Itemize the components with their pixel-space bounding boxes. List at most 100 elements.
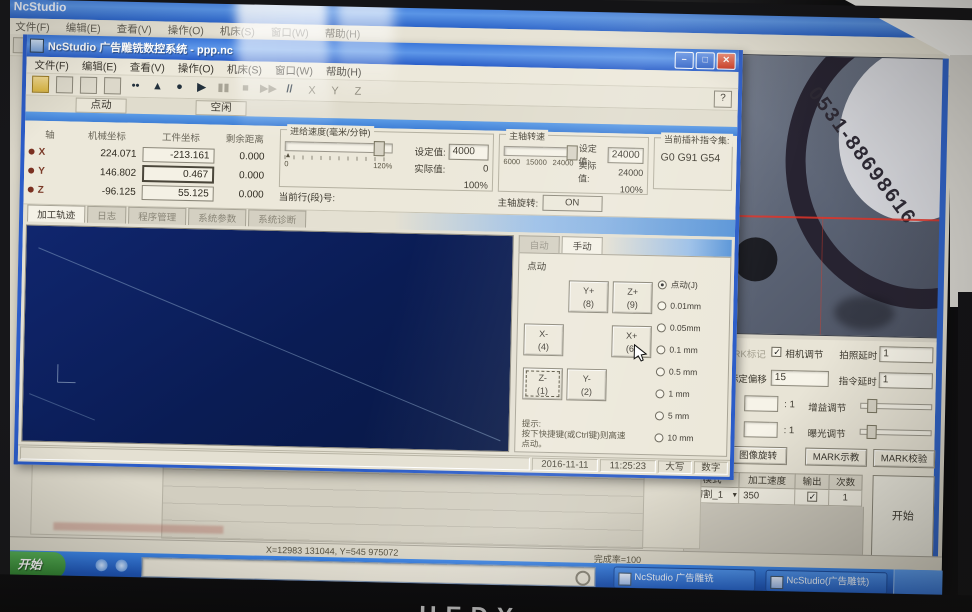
y-work-coord[interactable]: 0.467 — [142, 165, 214, 184]
menu-window[interactable]: 窗口(W) — [275, 62, 313, 78]
taskbar-address-band[interactable] — [141, 557, 595, 587]
maximize-button[interactable]: □ — [696, 52, 715, 69]
step-option-005[interactable]: 0.05mm — [657, 322, 721, 333]
tab-diagnostics[interactable]: 系统诊断 — [248, 209, 306, 227]
tab-trajectory[interactable]: 加工轨迹 — [27, 205, 85, 223]
radio-icon[interactable] — [658, 280, 667, 289]
tool-icon-3[interactable]: ● — [172, 80, 187, 95]
step-option-jog[interactable]: 点动(J) — [658, 278, 722, 291]
step-label: 点动(J) — [671, 279, 698, 292]
start-menu-button[interactable]: 开始 — [0, 551, 66, 579]
x-axis-button[interactable]: X — [304, 84, 320, 96]
radio-icon[interactable] — [654, 433, 663, 442]
job-output-checkbox[interactable] — [807, 492, 817, 502]
jog-x-minus-button[interactable]: X- (4) — [523, 323, 564, 356]
gain-slider[interactable] — [860, 399, 932, 413]
job-output-cell[interactable] — [794, 489, 828, 506]
jog-y-minus-button[interactable]: Y- (2) — [566, 368, 607, 401]
radio-icon[interactable] — [656, 367, 665, 376]
stop-icon[interactable]: ■ — [238, 81, 253, 96]
tab-program-manager[interactable]: 程序管理 — [128, 207, 186, 225]
radio-icon[interactable] — [655, 389, 664, 398]
bg-menu-view[interactable]: 查看(V) — [117, 21, 152, 37]
spindle-on-button[interactable]: ON — [542, 195, 602, 212]
jog-z-minus-button[interactable]: Z- (1) — [522, 367, 563, 400]
bg-menu-machine[interactable]: 机床(S) — [220, 23, 255, 39]
bg-menu-window[interactable]: 窗口(W) — [271, 24, 309, 40]
bg-menu-help[interactable]: 帮助(H) — [325, 25, 361, 41]
radio-icon[interactable] — [656, 345, 665, 354]
trajectory-canvas[interactable] — [21, 224, 514, 452]
spindle-actual-value: 24000 — [609, 167, 643, 178]
photo-delay-input[interactable]: 1 — [879, 346, 933, 363]
exposure-input[interactable] — [744, 421, 778, 438]
menu-operate[interactable]: 操作(O) — [178, 60, 214, 76]
monitor-icon[interactable] — [104, 77, 121, 94]
jog-z-plus-button[interactable]: Z+ (9) — [612, 281, 653, 314]
taskbar-item-ncstudio-1[interactable]: NcStudio 广告雕铣 — [613, 566, 755, 591]
radio-icon[interactable] — [657, 301, 666, 310]
taskbar-item-ncstudio-2[interactable]: NcStudio(广告雕铣) — [765, 570, 887, 595]
z-work-coord[interactable]: 55.125 — [142, 185, 214, 202]
step-option-10[interactable]: 10 mm — [654, 432, 718, 443]
bg-menu-file[interactable]: 文件(F) — [15, 19, 50, 35]
tool-icon-2[interactable]: ▲ — [150, 79, 165, 94]
open-file-icon[interactable] — [32, 76, 49, 93]
feed-slider-thumb[interactable] — [373, 141, 384, 156]
quick-launch-icon-2[interactable] — [115, 560, 127, 572]
spindle-slider[interactable] — [504, 144, 574, 159]
jog-y-plus-button[interactable]: Y+ (8) — [568, 280, 609, 313]
bg-menu-edit[interactable]: 编辑(E) — [66, 20, 101, 36]
z-axis-button[interactable]: Z — [350, 85, 366, 97]
spindle-set-input[interactable]: 24000 — [608, 147, 644, 164]
step-option-05[interactable]: 0.5 mm — [656, 366, 720, 377]
gain-input[interactable] — [744, 395, 778, 412]
feed-scale-max: 120% — [373, 161, 392, 170]
calib-offset-input[interactable]: 15 — [771, 370, 829, 387]
quick-launch-icon-1[interactable] — [95, 559, 107, 571]
cmd-delay-input[interactable]: 1 — [879, 372, 933, 389]
job-count-cell[interactable]: 1 — [828, 490, 862, 507]
tab-manual[interactable]: 手动 — [561, 236, 602, 254]
menu-file[interactable]: 文件(F) — [34, 57, 69, 73]
image-rotate-button[interactable]: 图像旋转 — [729, 446, 787, 465]
step-option-5[interactable]: 5 mm — [655, 410, 719, 421]
step-option-1[interactable]: 1 mm — [655, 388, 719, 399]
radio-icon[interactable] — [655, 411, 664, 420]
close-button[interactable]: ✕ — [717, 52, 736, 69]
tab-system-params[interactable]: 系统参数 — [188, 208, 246, 226]
job-speed-cell[interactable]: 350 — [738, 488, 794, 505]
menu-view[interactable]: 查看(V) — [130, 59, 165, 75]
x-work-coord[interactable]: -213.161 — [142, 147, 214, 164]
bg-menu-operate[interactable]: 操作(O) — [168, 22, 204, 38]
menu-edit[interactable]: 编辑(E) — [82, 58, 117, 74]
start-button[interactable]: 开始 — [871, 475, 935, 558]
tool-icon-1[interactable]: •• — [128, 79, 143, 94]
preview-icon[interactable] — [56, 76, 73, 93]
step-option-01[interactable]: 0.1 mm — [656, 344, 720, 355]
frame-icon[interactable] — [80, 77, 97, 94]
tab-log[interactable]: 日志 — [87, 206, 126, 224]
start-program-icon[interactable]: ▶ — [194, 80, 209, 95]
tab-auto[interactable]: 自动 — [518, 235, 559, 253]
exposure-slider[interactable] — [860, 425, 932, 439]
radio-icon[interactable] — [657, 323, 666, 332]
menu-machine[interactable]: 机床(S) — [227, 61, 262, 77]
menu-help[interactable]: 帮助(H) — [326, 63, 362, 79]
y-axis-button[interactable]: Y — [327, 85, 343, 97]
camera-adjust-checkbox[interactable] — [771, 347, 781, 357]
mark-teach-button[interactable]: MARK示教 — [805, 448, 867, 467]
spindle-slider-thumb[interactable] — [567, 145, 578, 160]
step-option-001[interactable]: 0.01mm — [657, 300, 721, 311]
exposure-slider-thumb[interactable] — [867, 425, 877, 439]
mark-verify-button[interactable]: MARK校验 — [873, 449, 935, 468]
feed-slider[interactable] — [285, 139, 393, 154]
gain-slider-thumb[interactable] — [867, 399, 877, 413]
help-button[interactable]: ? — [714, 90, 732, 107]
simulate-icon[interactable]: // — [282, 82, 297, 97]
resume-icon[interactable]: ▶▶ — [260, 82, 275, 97]
feed-set-input[interactable]: 4000 — [449, 143, 489, 160]
camera-view[interactable]: 0531-88698616 — [723, 54, 945, 339]
minimize-button[interactable]: – — [675, 51, 694, 68]
pause-icon[interactable]: ▮▮ — [216, 81, 231, 96]
